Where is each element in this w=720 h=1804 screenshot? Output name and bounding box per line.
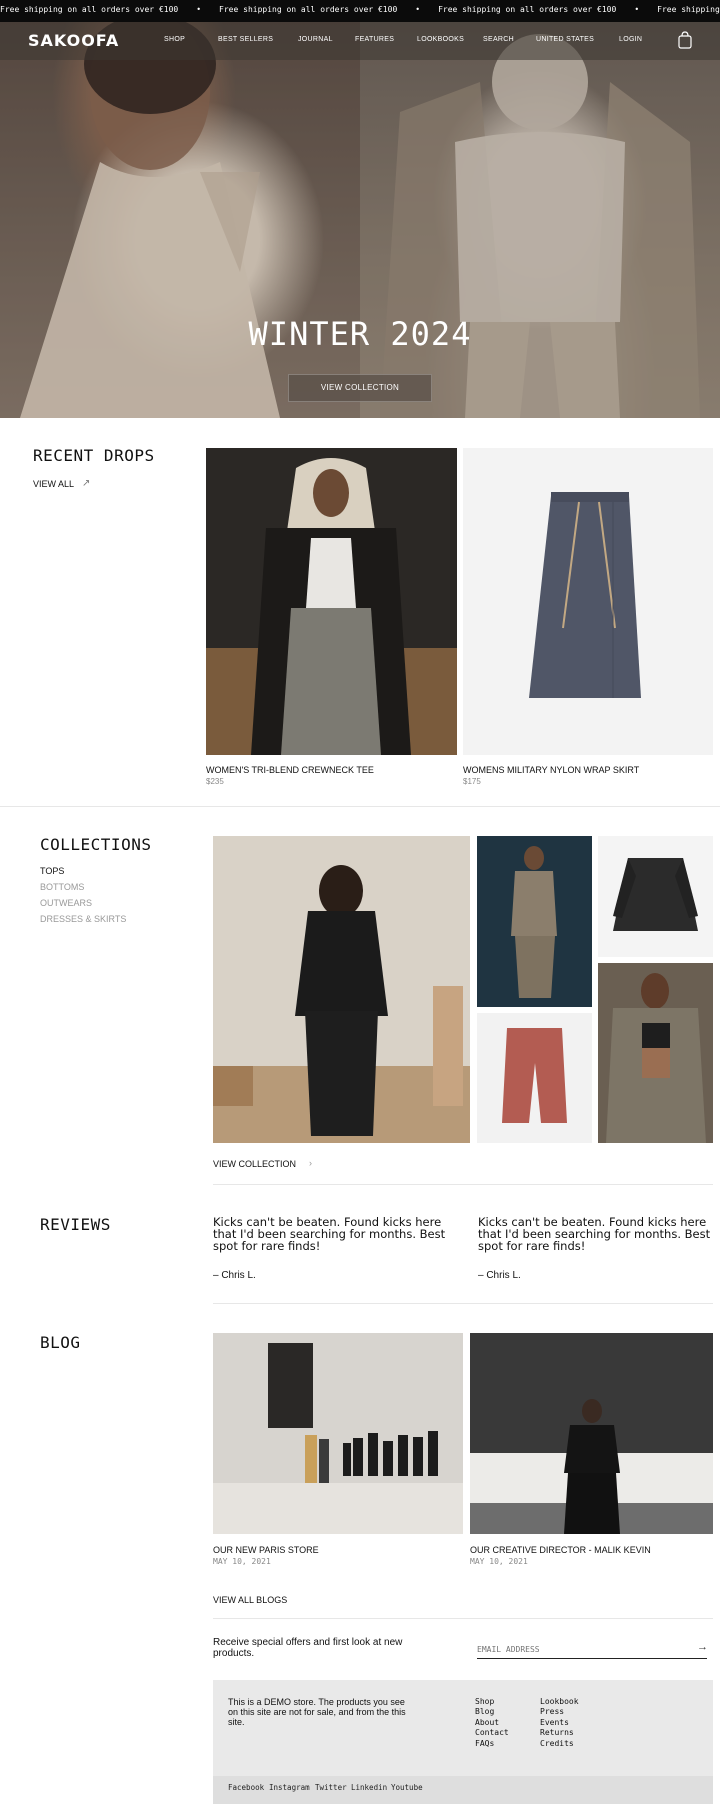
newsletter-text: Receive special offers and first look at… — [213, 1637, 403, 1659]
hero-banner: WINTER 2024 VIEW COLLECTION — [0, 22, 720, 418]
announcement-text: Free shipping on all orders over €100 — [0, 5, 179, 14]
product-name[interactable]: WOMEN'S TRI-BLEND CREWNECK TEE — [206, 765, 374, 775]
footer: This is a DEMO store. The products you s… — [213, 1680, 713, 1804]
nav-best-sellers[interactable]: BEST SELLERS — [218, 36, 273, 43]
announcement-text: Free shipping on all orders over €100 — [219, 5, 398, 14]
collection-tops[interactable]: TOPS — [40, 866, 64, 876]
footer-column-2: Lookbook Press Events Returns Credits — [540, 1697, 579, 1749]
email-field[interactable] — [477, 1641, 707, 1659]
footer-link-about[interactable]: About — [475, 1718, 509, 1728]
social-instagram[interactable]: Instagram — [269, 1783, 310, 1792]
review-text: Kicks can't be beaten. Found kicks here … — [213, 1215, 446, 1253]
blog-post-title[interactable]: OUR NEW PARIS STORE — [213, 1545, 319, 1555]
footer-link-press[interactable]: Press — [540, 1707, 579, 1717]
section-divider — [213, 1184, 713, 1185]
collection-dresses-skirts[interactable]: DRESSES & SKIRTS — [40, 914, 126, 924]
collection-image-main[interactable] — [213, 836, 470, 1143]
nav-journal[interactable]: JOURNAL — [298, 36, 333, 43]
collection-image[interactable] — [477, 836, 592, 1007]
brand-logo[interactable]: SAKOOFA — [28, 31, 119, 50]
main-nav: SAKOOFA SHOP BEST SELLERS JOURNAL FEATUR… — [0, 22, 720, 60]
nav-lookbooks[interactable]: LOOKBOOKS — [417, 36, 464, 43]
view-collection-link[interactable]: VIEW COLLECTION — [213, 1159, 296, 1169]
social-youtube[interactable]: Youtube — [391, 1783, 423, 1792]
hero-overlay — [0, 22, 720, 418]
product-name[interactable]: WOMENS MILITARY NYLON WRAP SKIRT — [463, 765, 639, 775]
footer-link-credits[interactable]: Credits — [540, 1739, 579, 1749]
footer-link-returns[interactable]: Returns — [540, 1728, 579, 1738]
submit-arrow-icon[interactable]: → — [697, 1641, 708, 1653]
collection-bottoms[interactable]: BOTTOMS — [40, 882, 84, 892]
view-collection-button[interactable]: VIEW COLLECTION — [288, 374, 432, 402]
nav-search[interactable]: SEARCH — [483, 36, 514, 43]
collection-image[interactable] — [598, 963, 713, 1143]
nav-features[interactable]: FEATURES — [355, 36, 394, 43]
footer-link-events[interactable]: Events — [540, 1718, 579, 1728]
announcement-separator: • — [196, 5, 202, 14]
collection-image[interactable] — [477, 1013, 592, 1143]
collection-image[interactable] — [598, 836, 713, 957]
view-all-blogs-link[interactable]: VIEW ALL BLOGS — [213, 1595, 287, 1605]
nav-region[interactable]: UNITED STATES — [536, 36, 594, 43]
product-price: $235 — [206, 777, 224, 786]
reviews-title: REVIEWS — [40, 1215, 111, 1234]
collections-title: COLLECTIONS — [40, 835, 152, 854]
nav-login[interactable]: LOGIN — [619, 36, 642, 43]
blog-post-date: MAY 10, 2021 — [213, 1557, 271, 1566]
announcement-separator: • — [634, 5, 640, 14]
shopping-bag-icon[interactable] — [678, 31, 692, 49]
blog-post-date: MAY 10, 2021 — [470, 1557, 528, 1566]
social-facebook[interactable]: Facebook — [228, 1783, 264, 1792]
social-linkedin[interactable]: Linkedin — [351, 1783, 387, 1792]
footer-link-shop[interactable]: Shop — [475, 1697, 509, 1707]
blog-title: BLOG — [40, 1333, 81, 1352]
footer-note: This is a DEMO store. The products you s… — [228, 1697, 406, 1727]
blog-post-image[interactable] — [213, 1333, 463, 1534]
announcement-text: Free shipping on all orders over €100 — [657, 5, 720, 14]
footer-link-faqs[interactable]: FAQs — [475, 1739, 509, 1749]
footer-column-1: Shop Blog About Contact FAQs — [475, 1697, 509, 1749]
section-divider — [213, 1618, 713, 1619]
blog-post-title[interactable]: OUR CREATIVE DIRECTOR - MALIK KEVIN — [470, 1545, 651, 1555]
chevron-right-icon: › — [309, 1158, 312, 1168]
announcement-text: Free shipping on all orders over €100 — [438, 5, 617, 14]
recent-drops-title: RECENT DROPS — [33, 446, 155, 465]
footer-link-contact[interactable]: Contact — [475, 1728, 509, 1738]
announcement-separator: • — [415, 5, 421, 14]
footer-link-blog[interactable]: Blog — [475, 1707, 509, 1717]
review-author: – Chris L. — [213, 1270, 256, 1281]
blog-post-image[interactable] — [470, 1333, 713, 1534]
hero-title: WINTER 2024 — [248, 315, 472, 353]
product-image[interactable] — [206, 448, 457, 755]
section-divider — [0, 806, 720, 807]
collection-outwears[interactable]: OUTWEARS — [40, 898, 92, 908]
product-price: $175 — [463, 777, 481, 786]
view-all-link[interactable]: VIEW ALL — [33, 479, 74, 489]
footer-link-lookbook[interactable]: Lookbook — [540, 1697, 579, 1707]
nav-shop[interactable]: SHOP — [164, 36, 185, 43]
review-author: – Chris L. — [478, 1270, 521, 1281]
arrow-up-right-icon: ↗ — [82, 478, 91, 489]
product-image[interactable] — [463, 448, 713, 755]
section-divider — [213, 1303, 713, 1304]
announcement-bar: Free shipping on all orders over €100 • … — [0, 0, 720, 22]
review-text: Kicks can't be beaten. Found kicks here … — [478, 1215, 711, 1253]
social-twitter[interactable]: Twitter — [315, 1783, 347, 1792]
